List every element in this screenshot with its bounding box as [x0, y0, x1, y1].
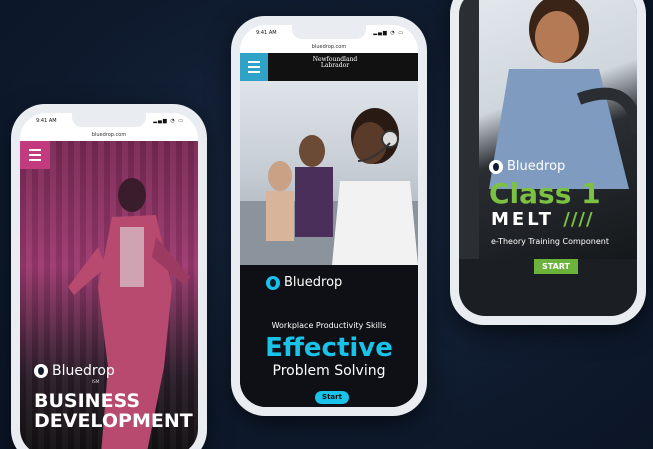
- phone-screen: Bluedrop Class 1 MELT //// e-Theory Trai…: [459, 0, 637, 316]
- course-subheadline: Problem Solving: [272, 363, 386, 379]
- course-card[interactable]: Bluedrop ISM BUSINESS DEVELOPMENT: [20, 141, 198, 449]
- course-headline: Effective: [265, 333, 393, 363]
- course-title-line2: DEVELOPMENT: [34, 410, 193, 432]
- menu-icon: [248, 61, 260, 63]
- menu-icon-bar: [29, 154, 41, 156]
- bluedrop-logo-icon: [489, 159, 503, 174]
- menu-button[interactable]: [240, 53, 268, 81]
- start-button[interactable]: Start: [315, 391, 349, 404]
- url-bar[interactable]: bluedrop.com: [20, 129, 198, 141]
- call-center-photo: [240, 81, 418, 265]
- phone-business-development: 9:41 AM ▂▄▆ ◔ ▭ bluedrop.com Bluedrop IS…: [11, 104, 207, 449]
- phone-screen: 9:41 AM ▂▄▆ ◔ ▭ bluedrop.com Newfoundlan…: [240, 25, 418, 407]
- call-center-illustration: [240, 108, 418, 265]
- course-card[interactable]: Bluedrop Class 1 MELT //// e-Theory Trai…: [459, 0, 637, 316]
- newfoundland-labrador-logo: Newfoundland Labrador: [310, 57, 360, 69]
- menu-icon-bar: [29, 159, 41, 161]
- app-showcase-scene: 9:41 AM ▂▄▆ ◔ ▭ bluedrop.com Bluedrop IS…: [0, 0, 653, 449]
- brand-name: Bluedrop: [52, 363, 115, 379]
- status-time: 9:41 AM: [256, 30, 277, 36]
- course-category: Workplace Productivity Skills: [271, 321, 387, 330]
- status-time: 9:41 AM: [36, 118, 57, 124]
- phone-class1-melt: Bluedrop Class 1 MELT //// e-Theory Trai…: [450, 0, 646, 325]
- signal-icon: ▂▄▆ ◔ ▭: [373, 30, 404, 36]
- bluedrop-logo: Bluedrop ISM: [34, 363, 115, 384]
- course-title: BUSINESS DEVELOPMENT: [34, 391, 193, 431]
- start-button[interactable]: START: [534, 259, 578, 274]
- menu-icon: [29, 149, 41, 151]
- notch: [72, 113, 146, 127]
- menu-button[interactable]: [20, 141, 50, 169]
- course-title-line1: BUSINESS: [34, 390, 141, 412]
- menu-icon-bar: [248, 66, 260, 68]
- course-subtitle-text: MELT: [491, 209, 554, 230]
- brand-sub: ISM: [92, 379, 100, 384]
- bluedrop-logo-icon: [34, 364, 48, 378]
- signal-icon: ▂▄▆ ◔ ▭: [153, 118, 184, 124]
- course-subtitle-marks: ////: [563, 209, 594, 230]
- course-caption: e-Theory Training Component: [491, 237, 609, 246]
- menu-icon-bar: [248, 71, 260, 73]
- phone-screen: 9:41 AM ▂▄▆ ◔ ▭ bluedrop.com Bluedrop IS…: [20, 113, 198, 449]
- brand-name: Bluedrop: [507, 159, 566, 174]
- brand-name: Bluedrop: [284, 275, 343, 290]
- course-subtitle: MELT ////: [491, 209, 594, 230]
- bluedrop-logo: Bluedrop: [489, 159, 565, 174]
- bluedrop-logo: Bluedrop: [266, 275, 342, 290]
- header-bar: Newfoundland Labrador: [240, 53, 418, 81]
- bluedrop-logo-icon: [266, 275, 280, 290]
- url-bar[interactable]: bluedrop.com: [240, 41, 418, 53]
- course-card[interactable]: Newfoundland Labrador Bluedrop Workplace…: [240, 53, 418, 407]
- notch: [292, 25, 366, 39]
- course-title: Class 1: [489, 177, 601, 210]
- partner-logo-line2: Labrador: [320, 62, 350, 69]
- phone-problem-solving: 9:41 AM ▂▄▆ ◔ ▭ bluedrop.com Newfoundlan…: [231, 16, 427, 416]
